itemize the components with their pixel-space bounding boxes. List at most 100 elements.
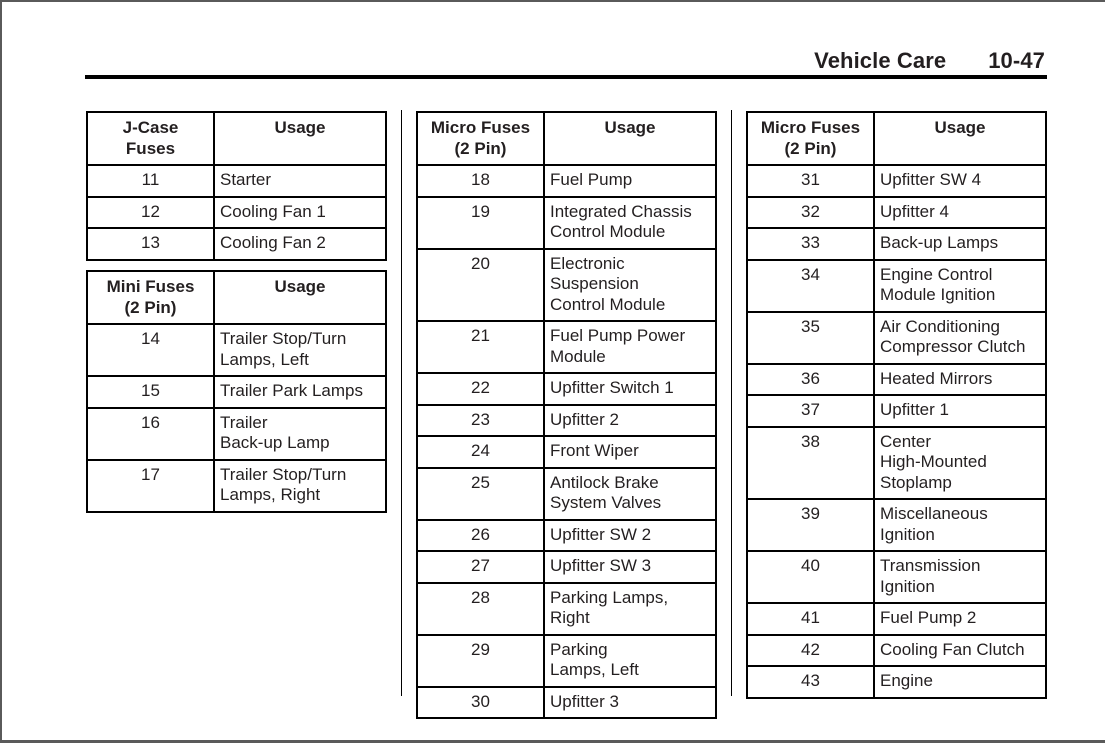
fuse-number: 36 bbox=[746, 362, 875, 396]
fuse-usage: Heated Mirrors bbox=[880, 368, 993, 388]
table-row: 35 Air Conditioning Compressor Clutch bbox=[746, 310, 1047, 365]
fuse-usage: Upfitter SW 4 bbox=[880, 170, 982, 189]
fuse-usage: Upfitter SW 3 bbox=[550, 556, 652, 575]
fuse-number: 25 bbox=[416, 466, 545, 521]
fuse-usage-cell: Parking Lamps, Left bbox=[543, 633, 717, 688]
table-row: 13 Cooling Fan 2 bbox=[86, 227, 387, 261]
fuse-usage: Starter bbox=[220, 170, 272, 189]
fuse-usage-cell: Upfitter 1 bbox=[873, 394, 1047, 428]
fuse-number: 17 bbox=[86, 458, 215, 513]
table-row: 14 Trailer Stop/Turn Lamps, Left bbox=[86, 323, 387, 377]
fuse-usage-cell: Trailer Back-up Lamp bbox=[213, 406, 387, 461]
fuse-usage-cell: Trailer Park Lamps bbox=[213, 375, 387, 409]
fuse-column-header-text: J-Case Fuses bbox=[122, 118, 179, 158]
fuse-number: 27 bbox=[416, 550, 545, 584]
fuse-number: 12 bbox=[86, 195, 215, 229]
fuse-column-header: J-Case Fuses bbox=[86, 111, 215, 166]
page-number: 10-47 bbox=[988, 48, 1045, 73]
fuse-number: 41 bbox=[746, 602, 875, 636]
fuse-usage: Fuel Pump bbox=[550, 170, 633, 189]
jcase-fuse-table: J-Case Fuses Usage 11 Starter 12 Cooling Fan … bbox=[86, 111, 387, 261]
fuse-usage-cell: Upfitter 2 bbox=[543, 403, 717, 437]
fuse-number: 40 bbox=[746, 550, 875, 604]
fuse-number: 20 bbox=[416, 247, 545, 322]
usage-column-header: Usage bbox=[873, 111, 1047, 166]
table-row: 36 Heated Mirrors bbox=[746, 362, 1047, 396]
table-row: 39 Miscellaneous Ignition bbox=[746, 498, 1047, 552]
table-row: 43 Engine bbox=[746, 665, 1047, 699]
fuse-usage-cell: Upfitter Switch 1 bbox=[543, 372, 717, 406]
fuse-number: 14 bbox=[86, 323, 215, 377]
fuse-usage-cell: Fuel Pump 2 bbox=[873, 602, 1047, 636]
table-row: 26 Upfitter SW 2 bbox=[416, 518, 717, 552]
micro-fuse-table-1: Micro Fuses (2 Pin) Usage 18 Fuel Pump 19 Int… bbox=[416, 111, 717, 719]
table-row: 30 Upfitter 3 bbox=[416, 685, 717, 719]
usage-column-header: Usage bbox=[213, 111, 387, 166]
fuse-usage: Parking Lamps, Left bbox=[550, 639, 639, 680]
fuse-usage-cell: Trailer Stop/Turn Lamps, Right bbox=[213, 458, 387, 513]
fuse-usage-cell: Engine Control Module Ignition bbox=[873, 258, 1047, 313]
table-row: 29 Parking Lamps, Left bbox=[416, 633, 717, 688]
fuse-usage-cell: Center High-Mounted Stoplamp bbox=[873, 425, 1047, 500]
fuse-number: 19 bbox=[416, 195, 545, 250]
fuse-number: 21 bbox=[416, 320, 545, 374]
table-row: 33 Back-up Lamps bbox=[746, 227, 1047, 261]
fuse-usage: Electronic Suspension Control Module bbox=[550, 253, 666, 314]
fuse-usage: Engine bbox=[880, 671, 933, 690]
table-row: 21 Fuel Pump Power Module bbox=[416, 320, 717, 374]
fuse-number: 29 bbox=[416, 633, 545, 688]
table-row: 22 Upfitter Switch 1 bbox=[416, 372, 717, 406]
fuse-usage: Front Wiper bbox=[550, 441, 639, 460]
table-row: 18 Fuel Pump bbox=[416, 164, 717, 198]
table-row: 27 Upfitter SW 3 bbox=[416, 550, 717, 584]
table-row: 40 Transmission Ignition bbox=[746, 550, 1047, 604]
fuse-number: 24 bbox=[416, 435, 545, 469]
table-row: 32 Upfitter 4 bbox=[746, 195, 1047, 229]
fuse-usage-cell: Air Conditioning Compressor Clutch bbox=[873, 310, 1047, 365]
fuse-usage-cell: Electronic Suspension Control Module bbox=[543, 247, 717, 322]
fuse-column-header-text: Micro Fuses (2 Pin) bbox=[760, 118, 861, 158]
fuse-number: 33 bbox=[746, 227, 875, 261]
fuse-usage-cell: Transmission Ignition bbox=[873, 550, 1047, 604]
section-title: Vehicle Care bbox=[814, 48, 947, 73]
fuse-usage: Center High-Mounted Stoplamp bbox=[880, 431, 987, 492]
fuse-number: 18 bbox=[416, 164, 545, 198]
table-row: 42 Cooling Fan Clutch bbox=[746, 633, 1047, 667]
fuse-usage-cell: Upfitter SW 3 bbox=[543, 550, 717, 584]
table-header-row: Micro Fuses (2 Pin) Usage bbox=[416, 111, 717, 166]
page-frame-left bbox=[0, 0, 2, 743]
fuse-number: 26 bbox=[416, 518, 545, 552]
fuse-number: 15 bbox=[86, 375, 215, 409]
fuse-usage: Antilock Brake System Valves bbox=[550, 472, 662, 513]
fuse-usage: Upfitter 3 bbox=[550, 691, 619, 711]
fuse-usage: Trailer Stop/Turn Lamps, Right bbox=[220, 464, 347, 505]
fuse-number: 28 bbox=[416, 581, 545, 636]
fuse-usage: Air Conditioning Compressor Clutch bbox=[880, 316, 1026, 357]
fuse-number: 22 bbox=[416, 372, 545, 406]
fuse-usage: Upfitter 2 bbox=[550, 409, 619, 429]
table-row: 23 Upfitter 2 bbox=[416, 403, 717, 437]
running-header: Vehicle Care 10-47 bbox=[814, 48, 1045, 74]
fuse-usage-cell: Parking Lamps, Right bbox=[543, 581, 717, 636]
page-frame-top bbox=[0, 0, 1105, 2]
fuse-number: 34 bbox=[746, 258, 875, 313]
fuse-number: 11 bbox=[86, 164, 215, 198]
table-row: 41 Fuel Pump 2 bbox=[746, 602, 1047, 636]
fuse-column-header: Mini Fuses (2 Pin) bbox=[86, 270, 215, 325]
table-row: 25 Antilock Brake System Valves bbox=[416, 466, 717, 521]
fuse-number: 32 bbox=[746, 195, 875, 229]
usage-column-header: Usage bbox=[543, 111, 717, 166]
table-row: 38 Center High-Mounted Stoplamp bbox=[746, 425, 1047, 500]
fuse-usage: Engine Control Module Ignition bbox=[880, 264, 996, 305]
fuse-usage-cell: Trailer Stop/Turn Lamps, Left bbox=[213, 323, 387, 377]
fuse-usage: Back-up Lamps bbox=[880, 233, 999, 252]
fuse-usage-cell: Engine bbox=[873, 665, 1047, 699]
table-header-row: J-Case Fuses Usage bbox=[86, 111, 387, 166]
fuse-usage: Transmission Ignition bbox=[880, 556, 981, 596]
fuse-column-header-text: Mini Fuses (2 Pin) bbox=[106, 277, 195, 317]
fuse-usage: Fuel Pump Power Module bbox=[550, 326, 686, 366]
fuse-column-header: Micro Fuses (2 Pin) bbox=[746, 111, 875, 166]
fuse-number: 39 bbox=[746, 498, 875, 552]
table-row: 31 Upfitter SW 4 bbox=[746, 164, 1047, 198]
table-row: 24 Front Wiper bbox=[416, 435, 717, 469]
